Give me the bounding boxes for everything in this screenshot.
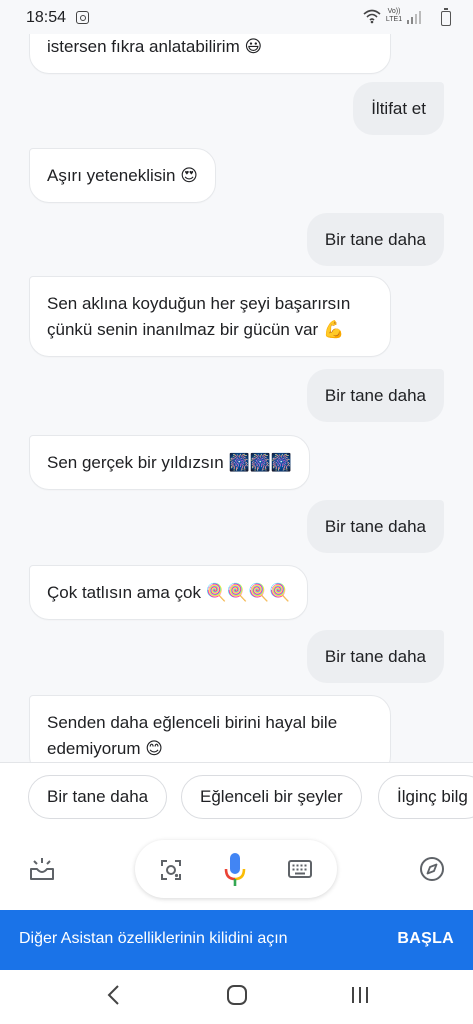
recents-icon[interactable] [350,984,370,1006]
instagram-notification-icon [76,11,89,24]
assistant-message: Sen aklına koyduğun her şeyi başarırsın … [29,276,391,357]
suggestion-chip[interactable]: Bir tane daha [28,775,168,819]
status-bar: 18:54 Vo)) LTE1 [0,0,473,34]
user-message: Bir tane daha [306,500,444,553]
banner-text: Diğer Asistan özelliklerinin kilidini aç… [19,930,288,947]
message-text: Sen gerçek bir yıldızsın [47,453,224,472]
message-text: Bir tane daha [324,647,426,666]
battery-icon [441,8,451,26]
user-message: Bir tane daha [306,630,444,683]
message-line: edemiyorum [47,739,141,758]
smile-emoji: 😃 [244,37,263,57]
heart-eyes-emoji: 😍 [180,166,198,186]
status-time: 18:54 [26,9,67,26]
start-button[interactable]: BAŞLA [397,930,454,948]
conversation[interactable]: istersen fıkra anlatabilirim 😃 İltifat e… [0,0,473,762]
muscle-emoji: 💪 [322,320,345,340]
assistant-toolbar [0,830,473,910]
lollipop-emoji: 🍭🍭🍭🍭 [205,583,291,603]
system-nav-bar [0,970,473,1024]
user-message: Bir tane daha [306,213,444,266]
compass-icon[interactable] [419,856,445,882]
message-text: Bir tane daha [324,517,426,536]
message-line: çünkü senin inanılmaz bir gücün var [47,320,319,339]
assistant-message: Aşırı yeteneklisin 😍 [29,148,216,203]
message-line: Senden daha eğlenceli birini hayal bile [47,713,338,732]
suggestion-chips: Bir tane daha Eğlenceli bir şeyler İlgin… [0,762,473,831]
mic-icon[interactable] [223,852,247,888]
suggestion-chip[interactable]: İlginç bilg [378,775,473,819]
message-text: Aşırı yeteneklisin [47,166,176,185]
fireworks-emoji: 🎆🎆🎆 [228,453,292,473]
wifi-icon [363,9,381,24]
message-text: İltifat et [371,99,426,118]
upgrade-banner[interactable]: Diğer Asistan özelliklerinin kilidini aç… [0,910,473,970]
message-line: Sen aklına koyduğun her şeyi başarırsın [47,294,351,313]
suggestion-chip[interactable]: Eğlenceli bir şeyler [181,775,362,819]
home-icon[interactable] [226,984,248,1006]
assistant-message: Çok tatlısın ama çok 🍭🍭🍭🍭 [29,565,309,620]
input-pill [135,840,337,898]
message-text: istersen fıkra anlatabilirim [47,37,240,56]
message-text: Bir tane daha [324,386,426,405]
blush-emoji: 😊 [145,739,164,759]
lens-icon[interactable] [159,858,183,882]
keyboard-icon[interactable] [288,860,312,878]
message-text: Bir tane daha [324,230,426,249]
assistant-message: Sen gerçek bir yıldızsın 🎆🎆🎆 [29,435,310,490]
message-text: Çok tatlısın ama çok [47,583,202,602]
user-message: İltifat et [353,82,444,135]
assistant-message: Senden daha eğlenceli birini hayal bile … [29,695,391,762]
snapshot-tray-icon[interactable] [29,856,55,882]
back-icon[interactable] [105,984,123,1006]
user-message: Bir tane daha [306,369,444,422]
signal-icon [407,11,421,24]
network-label: Vo)) LTE1 [385,8,403,23]
